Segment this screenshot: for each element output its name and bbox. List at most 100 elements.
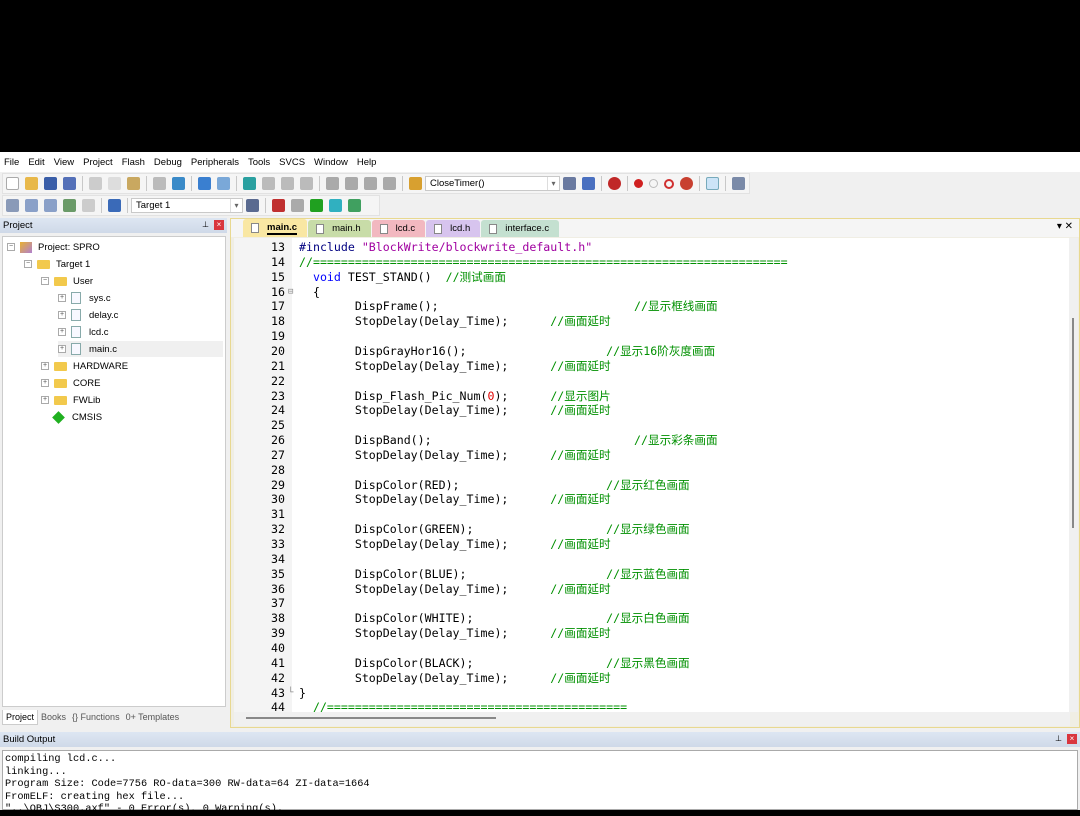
vertical-scrollbar[interactable] <box>1069 238 1078 712</box>
next-bookmark-icon[interactable] <box>281 177 294 190</box>
collapse-icon[interactable]: − <box>41 277 49 285</box>
copy-icon[interactable] <box>108 177 121 190</box>
indent-icon[interactable] <box>326 177 339 190</box>
horizontal-scrollbar[interactable] <box>234 712 1070 726</box>
pack-installer-icon[interactable] <box>329 199 342 212</box>
tree-node-fwlib[interactable]: + FWLib <box>41 392 100 408</box>
editor-tab-main-c[interactable]: main.c <box>243 219 308 237</box>
menu-view[interactable]: View <box>54 157 74 168</box>
menu-flash[interactable]: Flash <box>122 157 145 168</box>
function-combo[interactable]: CloseTimer() ▾ <box>425 176 560 191</box>
code-token: //显示绿色画面 <box>606 522 690 537</box>
nav-forward-icon[interactable] <box>217 177 230 190</box>
horizontal-scroll-thumb[interactable] <box>246 717 496 719</box>
pin-icon[interactable]: ⊥ <box>1055 734 1062 743</box>
uncomment-icon[interactable] <box>383 177 396 190</box>
manage-project-items-icon[interactable] <box>272 199 285 212</box>
new-file-icon[interactable] <box>6 177 19 190</box>
save-all-icon[interactable] <box>63 177 76 190</box>
expand-icon[interactable]: + <box>41 379 49 387</box>
build-output-text[interactable]: compiling lcd.c... linking... Program Size… <box>2 750 1078 815</box>
redo-icon[interactable] <box>172 177 185 190</box>
comment-icon[interactable] <box>364 177 377 190</box>
panel-tab-3[interactable]: 0+ Templates <box>123 710 183 724</box>
chevron-down-icon[interactable]: ▾ <box>230 199 242 212</box>
disable-breakpoint-icon[interactable] <box>649 179 658 188</box>
panel-tab-1[interactable]: Books <box>38 710 69 724</box>
paste-icon[interactable] <box>127 177 140 190</box>
download-load-icon[interactable] <box>108 199 121 212</box>
close-icon[interactable]: × <box>1067 734 1077 744</box>
editor-tab-lcd-c[interactable]: lcd.c <box>371 220 426 237</box>
fold-end-marker[interactable]: └ <box>288 686 293 701</box>
bookmark-icon[interactable] <box>243 177 256 190</box>
batch-build-icon[interactable] <box>63 199 76 212</box>
unindent-icon[interactable] <box>345 177 358 190</box>
tree-node-delay-c[interactable]: + delay.c <box>58 307 118 323</box>
find-icon[interactable] <box>563 177 576 190</box>
clear-bookmarks-icon[interactable] <box>300 177 313 190</box>
expand-icon[interactable]: + <box>58 294 66 302</box>
panel-tab-0[interactable]: Project <box>2 709 39 725</box>
menu-tools[interactable]: Tools <box>248 157 270 168</box>
expand-icon[interactable]: + <box>58 311 66 319</box>
menu-help[interactable]: Help <box>357 157 377 168</box>
menu-debug[interactable]: Debug <box>154 157 182 168</box>
incremental-find-icon[interactable] <box>582 177 595 190</box>
chevron-down-icon[interactable]: ▾ <box>547 177 559 190</box>
menu-svcs[interactable]: SVCS <box>279 157 305 168</box>
editor-tab-main-h[interactable]: main.h <box>308 220 371 237</box>
cut-icon[interactable] <box>89 177 102 190</box>
disable-all-breakpoints-icon[interactable] <box>664 178 674 189</box>
find-in-files-icon[interactable] <box>409 177 422 190</box>
tree-node-lcd-c[interactable]: + lcd.c <box>58 324 109 340</box>
tree-node-project-spro[interactable]: − Project: SPRO <box>7 239 100 255</box>
debug-session-icon[interactable] <box>608 177 621 190</box>
window-layout-icon[interactable] <box>706 177 719 190</box>
target-options-icon[interactable] <box>246 199 259 212</box>
software-packs-icon[interactable] <box>348 199 361 212</box>
vertical-scroll-thumb[interactable] <box>1072 318 1074 528</box>
editor-tab-interface-c[interactable]: interface.c <box>481 220 560 237</box>
manage-rte-icon[interactable] <box>310 199 323 212</box>
panel-tab-2[interactable]: {} Functions <box>69 710 123 724</box>
menu-edit[interactable]: Edit <box>28 157 44 168</box>
prev-bookmark-icon[interactable] <box>262 177 275 190</box>
stop-build-icon[interactable] <box>82 199 95 212</box>
tree-node-cmsis[interactable]: CMSIS <box>41 409 102 425</box>
menu-peripherals[interactable]: Peripherals <box>191 157 239 168</box>
breakpoint-icon[interactable] <box>634 179 643 188</box>
rebuild-icon[interactable] <box>44 199 57 212</box>
editor-tab-menu-close-icon[interactable]: ▾ ✕ <box>1057 221 1073 232</box>
tree-node-core[interactable]: + CORE <box>41 375 100 391</box>
code-area[interactable]: 13 #include "BlockWrite/blockwrite_defaul… <box>234 238 1070 712</box>
open-icon[interactable] <box>25 177 38 190</box>
target-combo[interactable]: Target 1 ▾ <box>131 198 243 213</box>
nav-back-icon[interactable] <box>198 177 211 190</box>
tree-node-main-c[interactable]: + main.c <box>58 341 223 357</box>
collapse-icon[interactable]: − <box>7 243 15 251</box>
expand-icon[interactable]: + <box>58 328 66 336</box>
build-icon[interactable] <box>25 199 38 212</box>
expand-icon[interactable]: + <box>41 396 49 404</box>
tree-node-hardware[interactable]: + HARDWARE <box>41 358 128 374</box>
save-icon[interactable] <box>44 177 57 190</box>
expand-icon[interactable]: + <box>58 345 66 353</box>
undo-icon[interactable] <box>153 177 166 190</box>
tree-node-user[interactable]: − User <box>41 273 93 289</box>
close-icon[interactable]: × <box>214 220 224 230</box>
menu-project[interactable]: Project <box>83 157 113 168</box>
collapse-icon[interactable]: − <box>24 260 32 268</box>
configure-wrench-icon[interactable] <box>732 177 745 190</box>
menu-window[interactable]: Window <box>314 157 348 168</box>
tree-node-target-1[interactable]: − Target 1 <box>24 256 90 272</box>
expand-icon[interactable]: + <box>41 362 49 370</box>
fold-collapse-icon[interactable]: ⊟ <box>288 285 293 300</box>
translate-icon[interactable] <box>6 199 19 212</box>
tree-node-sys-c[interactable]: + sys.c <box>58 290 111 306</box>
editor-tab-lcd-h[interactable]: lcd.h <box>426 220 481 237</box>
menu-file[interactable]: File <box>4 157 19 168</box>
pin-icon[interactable]: ⊥ <box>202 220 209 229</box>
select-packs-icon[interactable] <box>291 199 304 212</box>
kill-all-breakpoints-icon[interactable] <box>680 177 693 190</box>
